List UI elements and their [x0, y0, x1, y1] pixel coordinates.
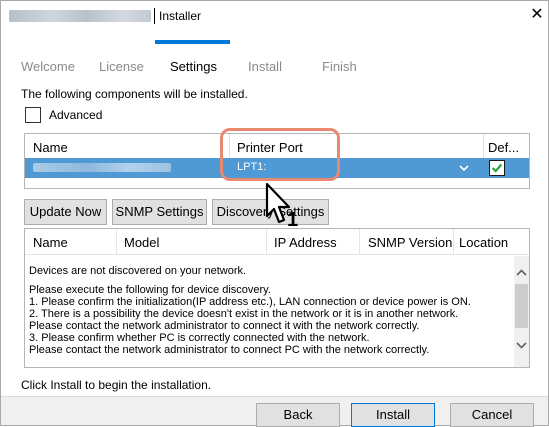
- window-title: Installer: [159, 9, 202, 23]
- column-ip-address[interactable]: IP Address: [274, 235, 337, 250]
- snmp-settings-button[interactable]: SNMP Settings: [112, 199, 207, 225]
- scrollbar-thumb[interactable]: [515, 284, 528, 328]
- step-welcome: Welcome: [21, 59, 75, 74]
- step-install: Install: [248, 59, 282, 74]
- message-line: 1. Please confirm the initialization(IP …: [29, 296, 471, 308]
- column-device-name[interactable]: Name: [33, 235, 68, 250]
- vertical-scrollbar[interactable]: [514, 256, 529, 367]
- footer-bar: Back Install Cancel: [1, 396, 548, 427]
- back-button[interactable]: Back: [256, 403, 340, 427]
- column-model[interactable]: Model: [124, 235, 159, 250]
- cancel-button[interactable]: Cancel: [450, 403, 534, 427]
- active-step-indicator: [155, 40, 230, 44]
- message-line: Please contact the network administrator…: [29, 320, 420, 332]
- column-snmp-version[interactable]: SNMP Version: [368, 235, 452, 250]
- step-finish: Finish: [322, 59, 357, 74]
- scroll-up-icon[interactable]: [514, 264, 529, 282]
- column-location[interactable]: Location: [459, 235, 508, 250]
- checkbox-checked-icon[interactable]: [489, 160, 505, 176]
- update-now-button[interactable]: Update Now: [24, 199, 107, 225]
- column-default[interactable]: Def...: [488, 140, 519, 155]
- step-settings: Settings: [170, 59, 217, 74]
- component-name-redacted: [33, 163, 171, 172]
- advanced-checkbox[interactable]: [25, 107, 41, 123]
- message-line: Please execute the following for device …: [29, 284, 271, 296]
- advanced-label[interactable]: Advanced: [49, 108, 102, 122]
- chevron-down-icon[interactable]: [457, 161, 471, 175]
- install-button[interactable]: Install: [351, 403, 435, 427]
- components-description: The following components will be install…: [21, 87, 248, 101]
- title-bar: Installer ✕: [1, 1, 548, 31]
- title-separator: [154, 8, 155, 24]
- message-line: 2. There is a possibility the device doe…: [29, 308, 459, 320]
- message-line: Please contact the network administrator…: [29, 344, 430, 356]
- scroll-down-icon[interactable]: [514, 336, 529, 354]
- close-icon[interactable]: ✕: [529, 6, 545, 24]
- step-number-label: 1: [287, 209, 298, 231]
- step-license: License: [99, 59, 144, 74]
- column-name[interactable]: Name: [33, 140, 68, 155]
- mouse-cursor-icon: 1: [265, 182, 298, 231]
- printer-port-highlight: [220, 128, 340, 181]
- installer-window: Installer ✕ Welcome License Settings Ins…: [0, 0, 549, 427]
- message-line: 3. Please confirm whether PC is correctl…: [29, 332, 370, 344]
- app-name-redacted: [9, 10, 151, 22]
- devices-table: Name Model IP Address SNMP Version Locat…: [24, 228, 530, 368]
- install-hint: Click Install to begin the installation.: [21, 378, 212, 392]
- message-line: Devices are not discovered on your netwo…: [29, 265, 247, 277]
